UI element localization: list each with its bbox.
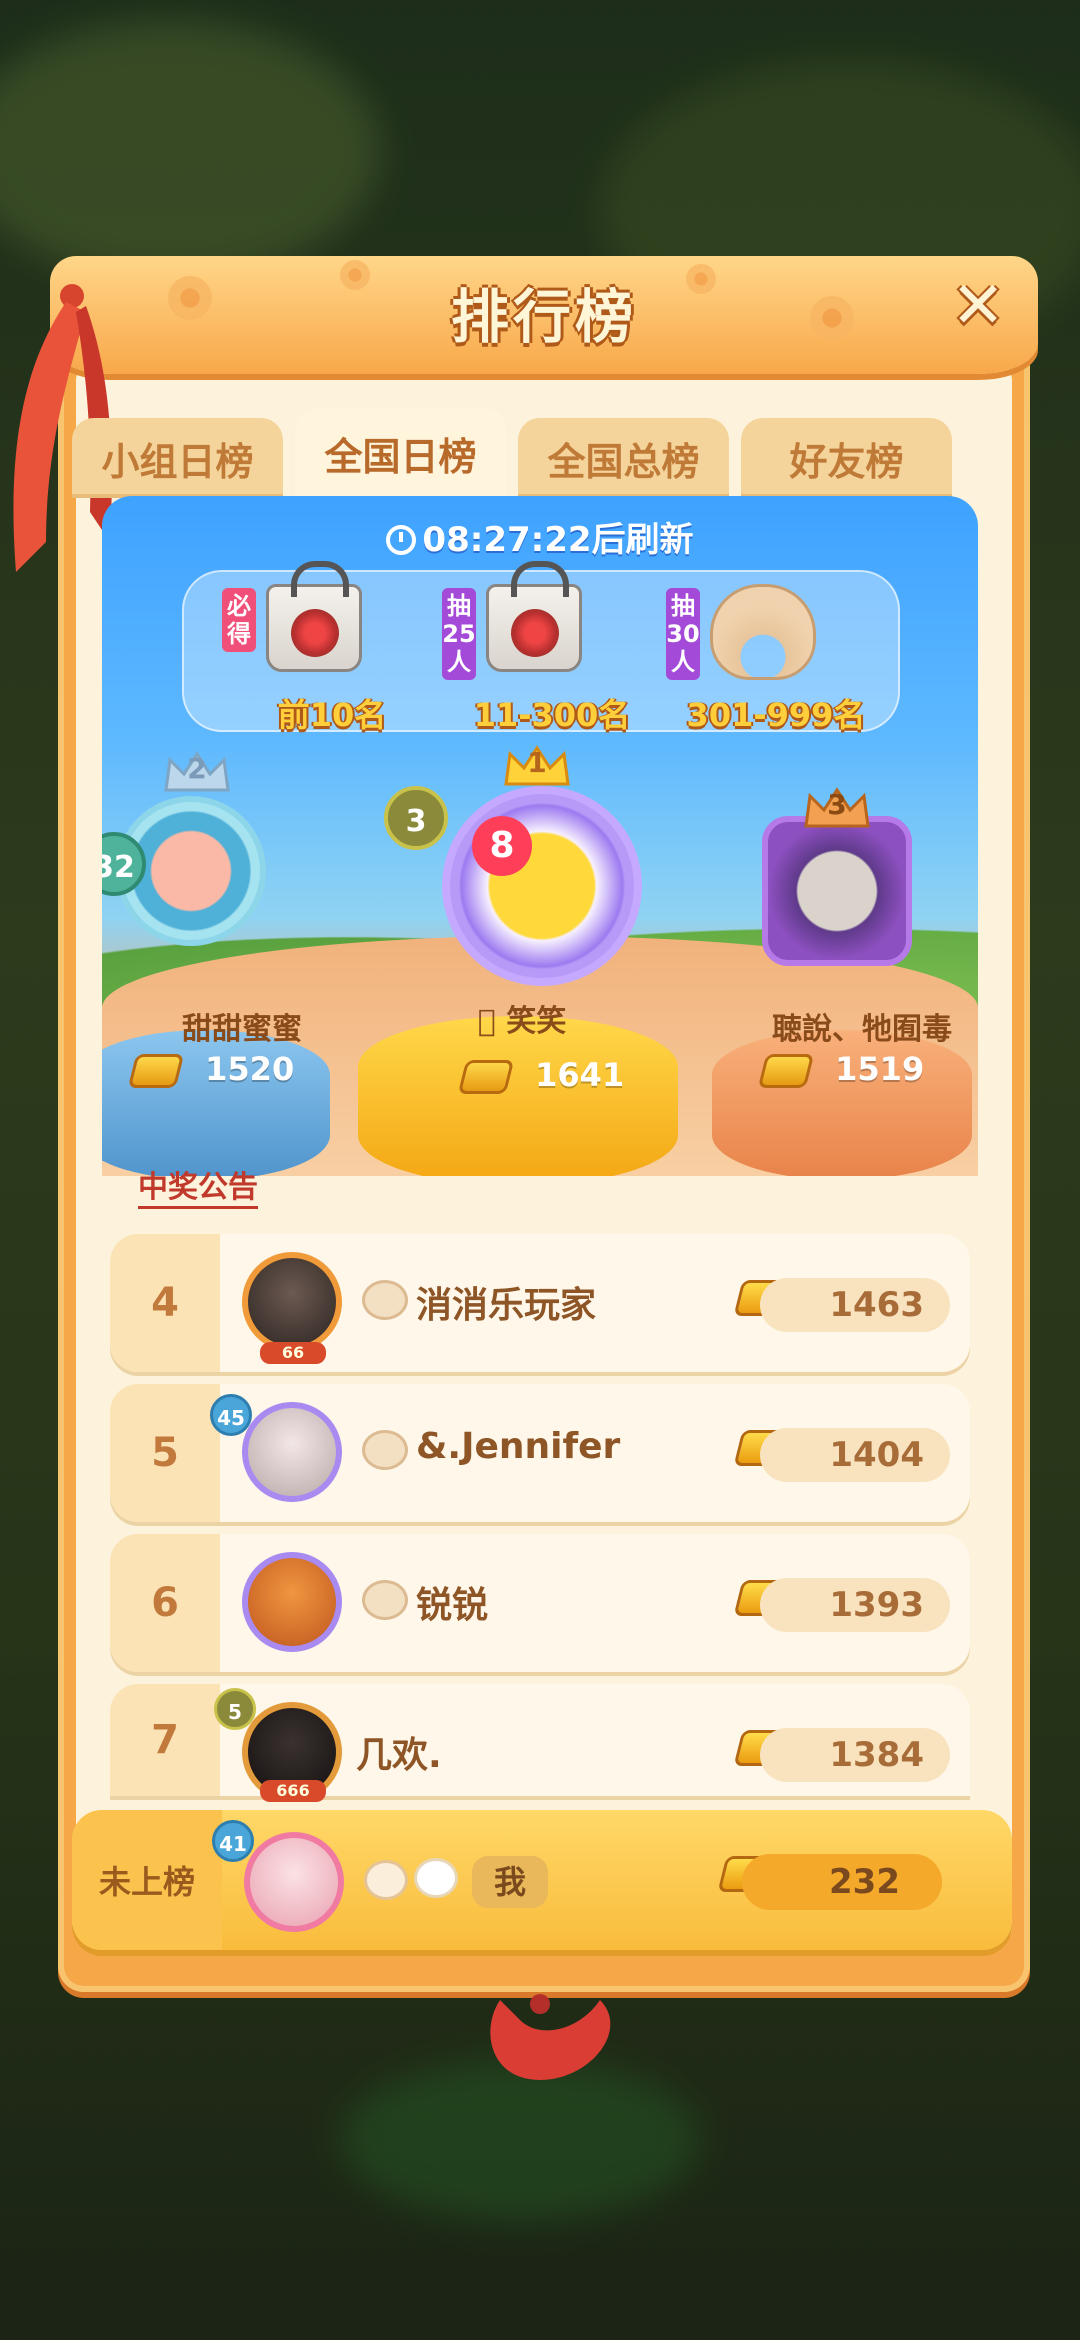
neck-pillow-icon	[710, 584, 816, 680]
ribbon-decoration	[490, 1994, 611, 2080]
my-score: 232	[742, 1854, 942, 1910]
podium-name: 聴說、牠囿毒	[772, 1012, 952, 1047]
prize-top10[interactable]: 必得 前10名	[222, 561, 422, 734]
refresh-time: 08:27:22	[422, 520, 592, 560]
player-score: 1463	[760, 1278, 950, 1332]
prize-301-999[interactable]: 抽30人 301-999名	[666, 580, 866, 734]
prize-panel: 必得 前10名 抽25人 11-300名 抽30人 301-999名	[182, 561, 900, 734]
my-name: 我	[472, 1856, 549, 1908]
heart-badge: 8	[472, 816, 532, 876]
podium-score-row: 1641	[457, 1056, 625, 1094]
avatar-third[interactable]	[762, 816, 912, 966]
prize-label: 前10名	[277, 696, 387, 734]
list-item[interactable]: 6 锐锐 1393	[110, 1534, 970, 1672]
bunny-icon	[362, 1280, 408, 1320]
avatar-first[interactable]	[442, 786, 642, 986]
bunny-icon	[364, 1860, 408, 1900]
podium-score: 1641	[535, 1056, 625, 1094]
level-badge: 41	[212, 1820, 254, 1862]
tab-friends[interactable]: 好友榜	[741, 418, 952, 498]
podium-name: 甜甜蜜蜜	[182, 1012, 302, 1047]
prize-tag: 必得	[222, 588, 256, 652]
level-badge: 3	[384, 786, 448, 850]
gold-bar-icon	[457, 1060, 515, 1094]
player-score: 1404	[760, 1428, 950, 1482]
tab-bar: 小组日榜 全国日榜 全国总榜 好友榜	[72, 408, 952, 498]
rank-number: 6	[110, 1534, 220, 1672]
list-item[interactable]: 5 45 &.Jennifer 1404	[110, 1384, 970, 1522]
frame-tag: 666	[260, 1780, 326, 1802]
player-score: 1393	[760, 1578, 950, 1632]
avatar[interactable]	[242, 1552, 342, 1652]
rank-number: 5	[110, 1384, 220, 1522]
tote-bag-icon	[486, 561, 582, 672]
rank-number: 4	[110, 1234, 220, 1372]
tab-national-total[interactable]: 全国总榜	[518, 418, 729, 498]
gold-bar-icon	[127, 1054, 185, 1088]
avatar[interactable]	[242, 1402, 342, 1502]
podium-score-row: 1519	[757, 1050, 925, 1088]
prize-11-300[interactable]: 抽25人 11-300名	[442, 561, 642, 734]
podium-stage: 08:27:22后刷新 必得 前10名 抽25人 11-300名 抽30人 30…	[102, 496, 978, 1176]
clock-icon	[386, 525, 417, 555]
podium-score: 1519	[835, 1050, 925, 1088]
level-badge: 45	[210, 1394, 252, 1436]
close-button[interactable]: ✕	[948, 274, 1008, 338]
podium-score-row: 1520	[127, 1050, 295, 1088]
page-title: 排行榜	[450, 283, 637, 351]
tab-group-daily[interactable]: 小组日榜	[72, 418, 283, 498]
player-name: &.Jennifer	[416, 1426, 621, 1467]
announcement-link[interactable]: 中奖公告	[138, 1162, 258, 1209]
my-rank-row[interactable]: 未上榜 41 我 232	[72, 1810, 1012, 1950]
tab-national-daily[interactable]: 全国日榜	[295, 408, 506, 498]
player-score: 1384	[760, 1728, 950, 1782]
tote-bag-icon	[266, 561, 362, 672]
crown-number: 1	[527, 746, 547, 779]
player-name: 锐锐	[416, 1585, 489, 1626]
player-name: 消消乐玩家	[416, 1285, 597, 1326]
panel-header: 排行榜 ✕	[50, 256, 1038, 374]
bunny-icon	[362, 1430, 408, 1470]
prize-label: 11-300名	[473, 696, 631, 734]
pedestal-first	[358, 1016, 678, 1176]
prize-tag: 抽30人	[666, 588, 700, 680]
refresh-timer: 08:27:22后刷新	[102, 512, 978, 561]
player-name: 几欢.	[356, 1735, 442, 1776]
podium-name:   笑笑	[477, 1004, 567, 1039]
bunny-icon	[362, 1580, 408, 1620]
ranking-list: 4 66 消消乐玩家 1463 5 45 &.Jennifer 1404 6 锐…	[110, 1234, 970, 1808]
frame-tag: 66	[260, 1342, 326, 1364]
crown-number: 2	[187, 752, 207, 785]
my-avatar[interactable]	[244, 1832, 344, 1932]
my-rank: 未上榜	[72, 1810, 222, 1950]
refresh-suffix: 后刷新	[591, 520, 694, 560]
bunny-icon	[414, 1858, 458, 1898]
prize-tag: 抽25人	[442, 588, 476, 680]
crown-number: 3	[827, 788, 847, 821]
list-item[interactable]: 7 5 666 几欢. 1384	[110, 1684, 970, 1802]
level-badge: 5	[214, 1688, 256, 1730]
podium-score: 1520	[205, 1050, 295, 1088]
rank-number: 7	[110, 1684, 220, 1796]
prize-label: 301-999名	[686, 696, 866, 734]
list-item[interactable]: 4 66 消消乐玩家 1463	[110, 1234, 970, 1372]
avatar[interactable]	[242, 1252, 342, 1352]
gold-bar-icon	[757, 1054, 815, 1088]
